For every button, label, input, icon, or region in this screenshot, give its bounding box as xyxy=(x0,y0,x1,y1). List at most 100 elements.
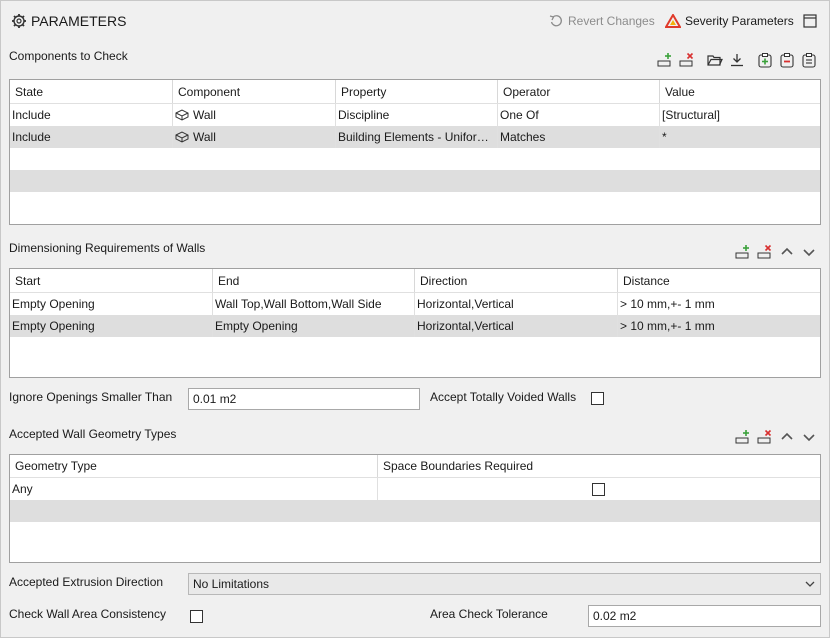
column-header-direction[interactable]: Direction xyxy=(415,269,618,292)
column-header-value[interactable]: Value xyxy=(660,80,820,103)
extrusion-dropdown[interactable]: No Limitations xyxy=(188,573,821,595)
cell-component[interactable]: Wall xyxy=(173,126,336,148)
chevron-down-icon xyxy=(803,249,815,257)
extrusion-label: Accepted Extrusion Direction xyxy=(9,575,164,589)
cell-direction[interactable]: Horizontal,Vertical xyxy=(415,315,618,337)
column-header-property[interactable]: Property xyxy=(336,80,498,103)
add-row-icon xyxy=(657,53,671,67)
clear-clipboard-icon xyxy=(802,53,816,68)
components-table-header: State Component Property Operator Value xyxy=(10,80,820,104)
table-row[interactable]: Empty Opening Wall Top,Wall Bottom,Wall … xyxy=(10,293,820,315)
empty-row xyxy=(10,170,820,192)
remove-row-icon xyxy=(679,52,694,67)
remove-row-button[interactable] xyxy=(757,429,773,445)
cell-property[interactable]: Discipline xyxy=(336,104,498,126)
add-row-button[interactable] xyxy=(735,244,751,260)
gear-icon xyxy=(12,14,26,28)
add-row-button[interactable] xyxy=(735,429,751,445)
extrusion-selected-value: No Limitations xyxy=(193,577,270,591)
move-up-button[interactable] xyxy=(779,429,795,445)
revert-changes-button[interactable]: Revert Changes xyxy=(549,14,655,28)
components-toolbar xyxy=(651,52,817,68)
cell-end[interactable]: Empty Opening xyxy=(213,315,415,337)
dimensioning-table: Start End Direction Distance Empty Openi… xyxy=(9,268,821,378)
area-consistency-label: Check Wall Area Consistency xyxy=(9,607,166,621)
download-button[interactable] xyxy=(729,52,745,68)
cell-value[interactable]: [Structural] xyxy=(660,104,820,126)
chevron-up-icon xyxy=(781,247,793,255)
table-row[interactable]: Any xyxy=(10,478,820,500)
parameters-panel: PARAMETERS Revert Changes Severity Param… xyxy=(0,0,830,638)
accept-voided-checkbox[interactable] xyxy=(591,392,604,405)
column-header-space-boundaries[interactable]: Space Boundaries Required xyxy=(378,455,820,477)
panel-title: PARAMETERS xyxy=(31,13,127,29)
cell-operator[interactable]: Matches xyxy=(498,126,660,148)
ignore-openings-input[interactable]: 0.01 m2 xyxy=(188,388,420,410)
move-up-button[interactable] xyxy=(779,244,795,260)
space-boundaries-checkbox[interactable] xyxy=(592,483,605,496)
severity-triangle-icon xyxy=(665,14,681,28)
column-header-state[interactable]: State xyxy=(10,80,173,103)
area-tolerance-input[interactable]: 0.02 m2 xyxy=(588,605,821,627)
wall-icon xyxy=(175,131,189,143)
table-row[interactable]: Empty Opening Empty Opening Horizontal,V… xyxy=(10,315,820,337)
empty-row xyxy=(10,500,820,522)
dimensioning-toolbar xyxy=(729,244,817,260)
cell-start[interactable]: Empty Opening xyxy=(10,315,213,337)
column-header-start[interactable]: Start xyxy=(10,269,213,292)
cell-value[interactable]: * xyxy=(660,126,820,148)
remove-row-button[interactable] xyxy=(757,244,773,260)
cell-distance[interactable]: > 10 mm,+- 1 mm xyxy=(618,315,820,337)
remove-item-button[interactable] xyxy=(779,52,795,68)
table-row[interactable]: Include Wall Building Elements - Unifor…… xyxy=(10,126,820,148)
area-tolerance-label: Area Check Tolerance xyxy=(430,607,548,621)
download-icon xyxy=(731,54,743,67)
ignore-openings-label: Ignore Openings Smaller Than xyxy=(9,390,173,404)
window-layout-icon[interactable] xyxy=(803,14,817,28)
cell-start[interactable]: Empty Opening xyxy=(10,293,213,315)
cell-state[interactable]: Include xyxy=(10,126,173,148)
table-row[interactable]: Include Wall Discipline One Of [Structur… xyxy=(10,104,820,126)
move-down-button[interactable] xyxy=(801,429,817,445)
cell-property[interactable]: Building Elements - Unifor… xyxy=(336,126,498,148)
cell-component-label: Wall xyxy=(193,130,216,144)
column-header-component[interactable]: Component xyxy=(173,80,336,103)
cell-state[interactable]: Include xyxy=(10,104,173,126)
chevron-down-icon xyxy=(805,581,815,587)
empty-row xyxy=(10,148,820,170)
area-consistency-checkbox[interactable] xyxy=(190,610,203,623)
column-header-geometry-type[interactable]: Geometry Type xyxy=(10,455,378,477)
folder-open-icon xyxy=(707,55,723,66)
move-down-button[interactable] xyxy=(801,244,817,260)
remove-row-icon xyxy=(757,244,772,259)
chevron-down-icon xyxy=(803,434,815,442)
cell-component[interactable]: Wall xyxy=(173,104,336,126)
cell-distance[interactable]: > 10 mm,+- 1 mm xyxy=(618,293,820,315)
open-button[interactable] xyxy=(707,52,723,68)
geometry-table: Geometry Type Space Boundaries Required … xyxy=(9,454,821,563)
severity-parameters-button[interactable]: Severity Parameters xyxy=(665,14,794,28)
cell-direction[interactable]: Horizontal,Vertical xyxy=(415,293,618,315)
revert-changes-label: Revert Changes xyxy=(568,14,655,28)
cell-component-label: Wall xyxy=(193,108,216,122)
severity-parameters-label: Severity Parameters xyxy=(685,14,794,28)
dimensioning-section-label: Dimensioning Requirements of Walls xyxy=(9,241,206,255)
cell-space-boundaries[interactable] xyxy=(378,478,820,500)
clear-item-button[interactable] xyxy=(801,52,817,68)
components-table: State Component Property Operator Value … xyxy=(9,79,821,225)
column-header-distance[interactable]: Distance xyxy=(618,269,820,292)
add-row-button[interactable] xyxy=(657,52,673,68)
cell-end[interactable]: Wall Top,Wall Bottom,Wall Side xyxy=(213,293,415,315)
chevron-up-icon xyxy=(781,432,793,440)
add-row-icon xyxy=(735,245,749,259)
remove-row-icon xyxy=(757,429,772,444)
cell-operator[interactable]: One Of xyxy=(498,104,660,126)
column-header-end[interactable]: End xyxy=(213,269,415,292)
remove-clipboard-icon xyxy=(780,53,794,68)
cell-geometry-type[interactable]: Any xyxy=(10,478,378,500)
remove-row-button[interactable] xyxy=(679,52,695,68)
geometry-section-label: Accepted Wall Geometry Types xyxy=(9,427,177,441)
add-item-button[interactable] xyxy=(757,52,773,68)
undo-icon xyxy=(549,15,562,27)
column-header-operator[interactable]: Operator xyxy=(498,80,660,103)
